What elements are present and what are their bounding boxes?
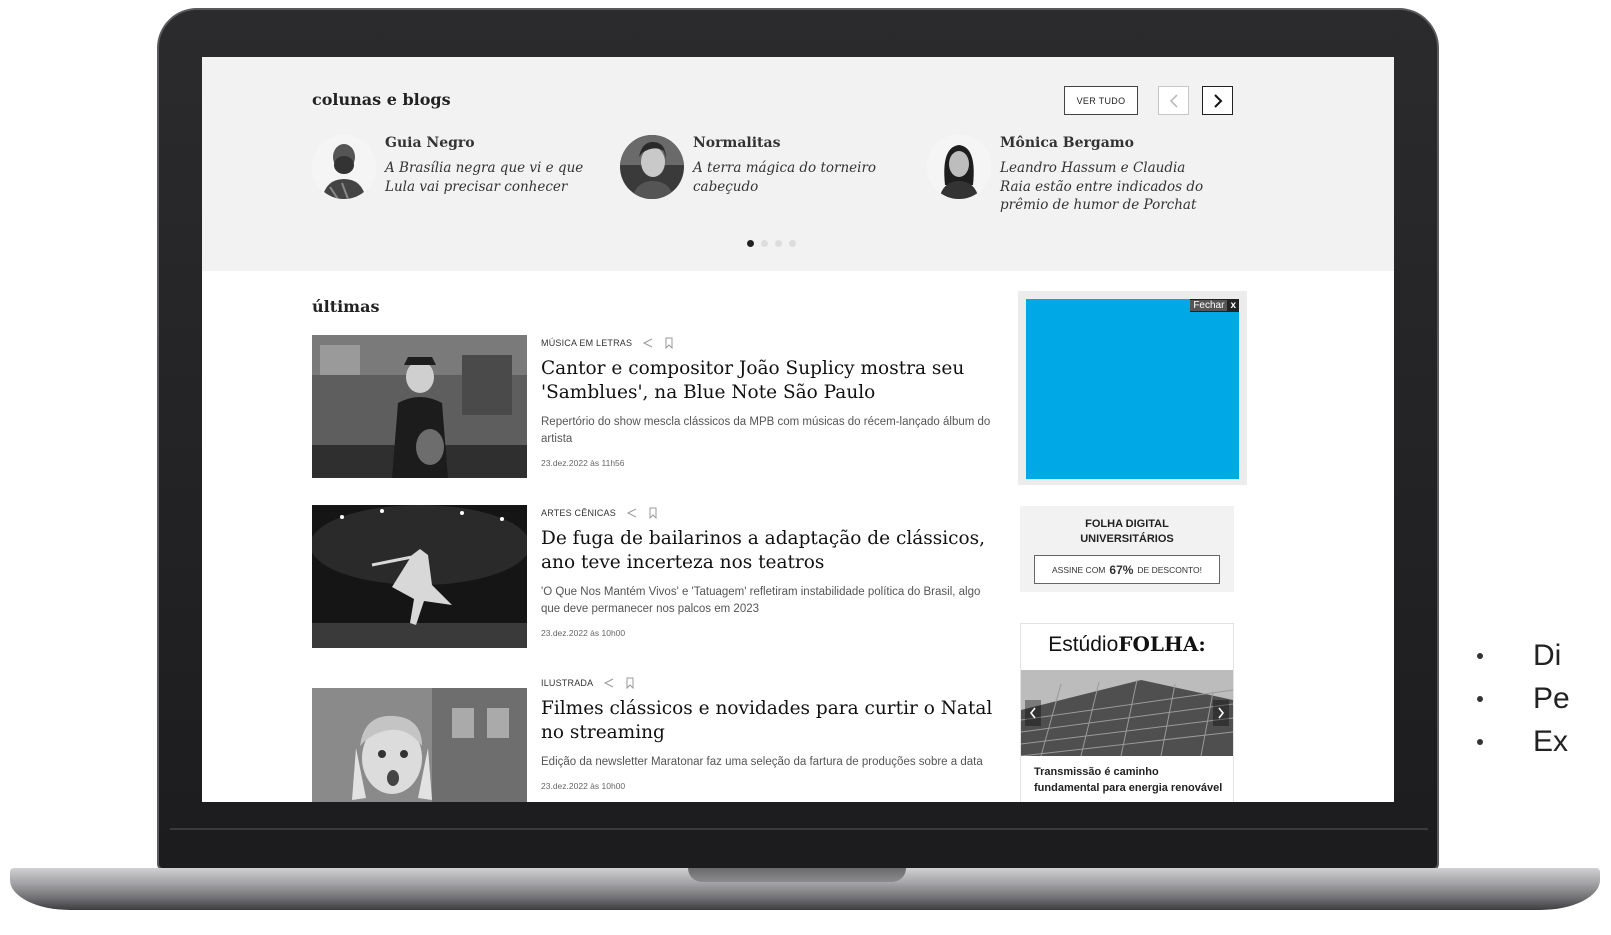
column-author: Normalitas [693,135,781,151]
estudio-folha-logo: EstúdioFOLHA: [1021,632,1233,657]
author-avatar [927,135,991,199]
ad-banner[interactable]: Fechar x [1026,299,1239,479]
carousel-dots [747,240,796,247]
article-title[interactable]: Filmes clássicos e novidades para curtir… [541,697,1001,745]
article-photo [312,335,527,478]
view-all-button[interactable]: VER TUDO [1064,86,1138,115]
logo-brand: FOLHA [1118,632,1199,656]
latest-title: últimas [312,297,380,316]
laptop-notch [688,868,906,882]
chevron-left-icon [1029,707,1036,719]
article-title[interactable]: Cantor e compositor João Suplicy mostra … [541,357,1001,405]
article-photo [312,505,527,648]
ad-container: Fechar x [1018,291,1247,485]
laptop-bezel-divider [170,828,1428,830]
columns-title: colunas e blogs [312,90,451,109]
article-body: MÚSICA EM LETRAS Cantor e compositor Joã… [541,335,1001,468]
share-icon[interactable] [603,677,615,689]
slide-bullet-list: Di Pe Ex [1465,634,1611,763]
carousel-dot[interactable] [775,240,782,247]
bullet-dot [1477,738,1483,745]
bookmark-icon[interactable] [664,337,674,349]
studio-caption[interactable]: Transmissão é caminho fundamental para e… [1034,764,1224,796]
article-timestamp: 23.dez.2022 às 11h56 [541,458,625,468]
carousel-dot[interactable] [747,240,754,247]
article-meta: ARTES CÊNICAS [541,505,1001,521]
article-image[interactable] [312,505,527,648]
author-portrait-icon [620,135,684,199]
promo-title-line1: FOLHA DIGITAL [1085,518,1169,530]
article-photo [312,688,527,802]
column-headline[interactable]: Leandro Hassum e Claudia Raia estão entr… [1000,159,1215,215]
article-image[interactable] [312,335,527,478]
carousel-prev-button[interactable] [1158,86,1189,115]
solar-panel-photo [1021,670,1233,756]
column-author: Mônica Bergamo [1000,135,1134,151]
discount-percent: 67% [1109,562,1134,577]
article-body: ILUSTRADA Filmes clássicos e novidades p… [541,675,1001,791]
chevron-right-icon [1218,707,1225,719]
bullet-item: Pe [1465,677,1611,720]
bullet-dot [1477,652,1483,659]
studio-next-button[interactable] [1213,700,1229,726]
article-section[interactable]: MÚSICA EM LETRAS [541,338,632,348]
bullet-item: Di [1465,634,1611,677]
share-icon[interactable] [626,507,638,519]
bookmark-icon[interactable] [648,507,658,519]
bookmark-icon[interactable] [625,677,635,689]
author-avatar [620,135,684,199]
article-summary: Repertório do show mescla clássicos da M… [541,416,991,445]
carousel-dot[interactable] [761,240,768,247]
article-card[interactable]: ILUSTRADA Filmes clássicos e novidades p… [312,675,1002,802]
article-title[interactable]: De fuga de bailarinos a adaptação de clá… [541,527,1001,575]
column-author: Guia Negro [385,135,475,151]
subscription-promo: FOLHA DIGITAL UNIVERSITÁRIOS ASSINE COM … [1020,506,1234,592]
close-icon: x [1230,300,1236,311]
ad-close-button[interactable]: Fechar x [1190,299,1239,312]
column-card-guia-negro[interactable]: Guia Negro A Brasília negra que vi e que… [312,135,602,215]
article-timestamp: 23.dez.2022 às 10h00 [541,781,626,791]
bullet-text: Pe [1533,681,1570,715]
studio-prev-button[interactable] [1025,700,1041,726]
subscribe-button-prefix: ASSINE COM [1052,564,1106,575]
column-headline[interactable]: A Brasília negra que vi e que Lula vai p… [385,159,600,196]
promo-title-line2: UNIVERSITÁRIOS [1080,533,1174,545]
author-portrait-icon [927,135,991,199]
article-meta: MÚSICA EM LETRAS [541,335,1001,351]
bullet-dot [1477,695,1483,702]
share-icon[interactable] [642,337,654,349]
logo-suffix: : [1198,632,1206,656]
subscribe-button[interactable]: ASSINE COM 67% DE DESCONTO! [1034,555,1220,584]
promo-title: FOLHA DIGITAL UNIVERSITÁRIOS [1020,517,1234,547]
bullet-item: Ex [1465,720,1611,763]
ad-close-label: Fechar [1190,300,1228,311]
columns-section: colunas e blogs VER TUDO Guia Negro A Br… [202,57,1394,271]
carousel-next-button[interactable] [1202,86,1233,115]
author-portrait-icon [312,135,376,199]
subscribe-button-suffix: DE DESCONTO! [1137,564,1202,575]
bullet-text: Di [1533,638,1562,672]
article-summary: 'O Que Nos Mantém Vivos' e 'Tatuagem' re… [541,586,981,615]
article-card[interactable]: MÚSICA EM LETRAS Cantor e compositor Joã… [312,335,1002,485]
browser-screen: colunas e blogs VER TUDO Guia Negro A Br… [202,57,1394,802]
article-timestamp: 23.dez.2022 às 10h00 [541,628,626,638]
article-card[interactable]: ARTES CÊNICAS De fuga de bailarinos a ad… [312,505,1002,655]
column-headline[interactable]: A terra mágica do torneiro cabeçudo [693,159,908,196]
estudio-folha-widget: EstúdioFOLHA: Transmissão é caminho fund… [1020,623,1234,802]
author-avatar [312,135,376,199]
column-card-monica-bergamo[interactable]: Mônica Bergamo Leandro Hassum e Claudia … [927,135,1217,215]
article-image[interactable] [312,688,527,802]
bullet-text: Ex [1533,724,1569,758]
carousel-dot[interactable] [789,240,796,247]
article-section[interactable]: ILUSTRADA [541,678,593,688]
chevron-left-icon [1169,93,1178,108]
article-meta: ILUSTRADA [541,675,1001,691]
article-section[interactable]: ARTES CÊNICAS [541,508,616,518]
logo-prefix: Estúdio [1048,633,1119,656]
solar-panel-image[interactable] [1021,670,1233,756]
chevron-right-icon [1213,93,1222,108]
article-body: ARTES CÊNICAS De fuga de bailarinos a ad… [541,505,1001,638]
column-card-normalitas[interactable]: Normalitas A terra mágica do torneiro ca… [620,135,910,215]
article-summary: Edição da newsletter Maratonar faz uma s… [541,756,983,768]
